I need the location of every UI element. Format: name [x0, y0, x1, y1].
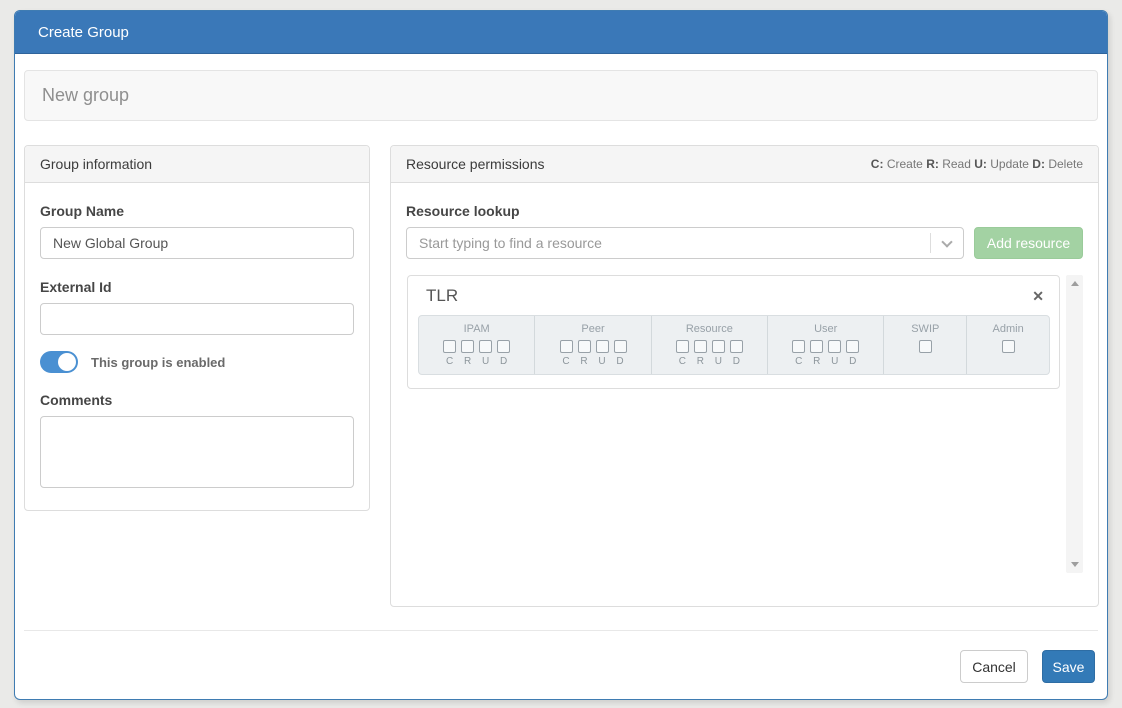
perm-col-user-label: User: [814, 323, 837, 335]
group-information-panel: Group information Group Name External Id…: [24, 145, 370, 511]
perm-col-resource-label: Resource: [686, 323, 733, 335]
checkbox-swip[interactable]: [919, 340, 932, 353]
group-enabled-label: This group is enabled: [91, 355, 225, 370]
letter-d: D: [730, 356, 743, 367]
checkbox-peer-delete[interactable]: [614, 340, 627, 353]
letter-r: R: [694, 356, 707, 367]
crud-letters: C R U D: [792, 356, 859, 367]
group-title-input[interactable]: [24, 70, 1098, 121]
letter-c: C: [443, 356, 456, 367]
resource-list: TLR ✕ IPAM: [406, 273, 1083, 575]
checkbox-peer-update[interactable]: [596, 340, 609, 353]
group-name-label: Group Name: [40, 203, 354, 219]
perm-col-swip-label: SWIP: [911, 323, 939, 335]
close-icon[interactable]: ✕: [1032, 289, 1044, 303]
toggle-knob: [58, 353, 76, 371]
letter-d: D: [497, 356, 510, 367]
letter-u: U: [479, 356, 492, 367]
checkbox-resource-create[interactable]: [676, 340, 689, 353]
letter-u: U: [596, 356, 609, 367]
resource-lookup-input[interactable]: [406, 227, 964, 259]
legend-c-label: Create: [887, 157, 923, 171]
checkbox-ipam-create[interactable]: [443, 340, 456, 353]
group-information-title: Group information: [40, 156, 152, 172]
checkbox-user-delete[interactable]: [846, 340, 859, 353]
letter-u: U: [712, 356, 725, 367]
legend-r-key: R:: [926, 157, 939, 171]
resource-lookup-label: Resource lookup: [406, 203, 1083, 219]
resource-name: TLR: [426, 286, 458, 306]
modal-header: Create Group: [15, 11, 1107, 54]
letter-c: C: [560, 356, 573, 367]
scroll-down-icon[interactable]: [1066, 556, 1083, 573]
letter-r: R: [578, 356, 591, 367]
checkbox-peer-create[interactable]: [560, 340, 573, 353]
perm-col-swip: SWIP: [884, 316, 967, 374]
letter-r: R: [810, 356, 823, 367]
checkbox-ipam-delete[interactable]: [497, 340, 510, 353]
permission-bar: IPAM C R U D: [418, 315, 1050, 375]
checkbox-admin[interactable]: [1002, 340, 1015, 353]
crud-letters: C R U D: [676, 356, 743, 367]
checkbox-resource-read[interactable]: [694, 340, 707, 353]
letter-u: U: [828, 356, 841, 367]
checkbox-ipam-update[interactable]: [479, 340, 492, 353]
legend-c-key: C:: [871, 157, 884, 171]
crud-letters: C R U D: [560, 356, 627, 367]
comments-textarea[interactable]: [40, 416, 354, 488]
create-group-modal: Create Group Group information Group Nam…: [14, 10, 1108, 700]
comments-label: Comments: [40, 392, 354, 408]
crud-legend: C: Create R: Read U: Update D: Delete: [871, 157, 1083, 171]
external-id-label: External Id: [40, 279, 354, 295]
group-name-input[interactable]: [40, 227, 354, 259]
checkbox-resource-update[interactable]: [712, 340, 725, 353]
resource-permissions-title: Resource permissions: [406, 156, 545, 172]
legend-u-key: U:: [974, 157, 987, 171]
legend-d-label: Delete: [1048, 157, 1083, 171]
legend-r-label: Read: [942, 157, 971, 171]
scroll-up-icon[interactable]: [1066, 275, 1083, 292]
perm-col-peer-label: Peer: [581, 323, 604, 335]
resource-permissions-panel-header: Resource permissions C: Create R: Read U…: [391, 146, 1098, 183]
letter-d: D: [614, 356, 627, 367]
checkbox-user-create[interactable]: [792, 340, 805, 353]
legend-d-key: D:: [1032, 157, 1045, 171]
perm-col-admin: Admin: [967, 316, 1049, 374]
legend-u-label: Update: [990, 157, 1029, 171]
perm-col-peer: Peer C R U D: [535, 316, 651, 374]
save-button[interactable]: Save: [1042, 650, 1095, 683]
letter-d: D: [846, 356, 859, 367]
footer-buttons: Cancel Save: [960, 650, 1095, 683]
checkbox-resource-delete[interactable]: [730, 340, 743, 353]
resource-list-scrollbar[interactable]: [1066, 275, 1083, 573]
perm-col-resource: Resource C R U D: [652, 316, 768, 374]
letter-c: C: [676, 356, 689, 367]
cancel-button[interactable]: Cancel: [960, 650, 1028, 683]
checkbox-peer-read[interactable]: [578, 340, 591, 353]
letter-r: R: [461, 356, 474, 367]
resource-permissions-panel: Resource permissions C: Create R: Read U…: [390, 145, 1099, 607]
checkbox-user-read[interactable]: [810, 340, 823, 353]
perm-col-user: User C R U D: [768, 316, 884, 374]
group-enabled-toggle[interactable]: [40, 351, 78, 373]
perm-col-ipam-label: IPAM: [464, 323, 490, 335]
crud-letters: C R U D: [443, 356, 510, 367]
add-resource-button[interactable]: Add resource: [974, 227, 1083, 259]
select-separator: [930, 233, 931, 253]
resource-card-tlr: TLR ✕ IPAM: [407, 275, 1060, 389]
group-information-panel-header: Group information: [25, 146, 369, 183]
checkbox-user-update[interactable]: [828, 340, 841, 353]
external-id-input[interactable]: [40, 303, 354, 335]
letter-c: C: [792, 356, 805, 367]
perm-col-admin-label: Admin: [993, 323, 1024, 335]
checkbox-ipam-read[interactable]: [461, 340, 474, 353]
modal-title: Create Group: [38, 24, 129, 41]
perm-col-ipam: IPAM C R U D: [419, 316, 535, 374]
footer-divider: [24, 630, 1098, 631]
